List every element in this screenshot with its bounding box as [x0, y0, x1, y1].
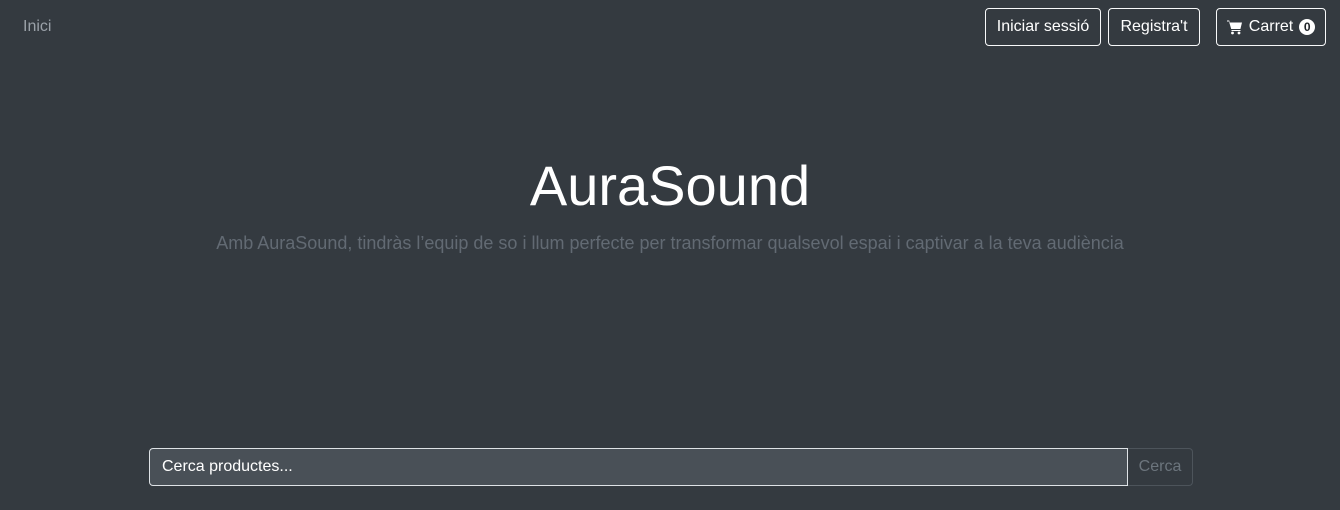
search-button[interactable]: Cerca — [1128, 448, 1193, 486]
search-input[interactable] — [149, 448, 1128, 486]
register-button-label: Registra't — [1120, 18, 1188, 35]
nav-home-link[interactable]: Inici — [23, 17, 51, 37]
register-button[interactable]: Registra't — [1108, 8, 1200, 46]
hero-title: AuraSound — [529, 154, 811, 217]
cart-button-label: Carret — [1248, 18, 1294, 35]
page: Inici Iniciar sessió Registra't Carret 0… — [0, 0, 1340, 510]
cart-count-badge: 0 — [1299, 19, 1316, 35]
search-bar: Cerca — [149, 448, 1193, 486]
shopping-cart-icon — [1226, 19, 1243, 35]
hero-subtitle: Amb AuraSound, tindràs l’equip de so i l… — [216, 233, 1124, 253]
login-button[interactable]: Iniciar sessió — [985, 8, 1101, 46]
cart-button[interactable]: Carret 0 — [1216, 8, 1326, 46]
login-button-label: Iniciar sessió — [996, 18, 1090, 35]
